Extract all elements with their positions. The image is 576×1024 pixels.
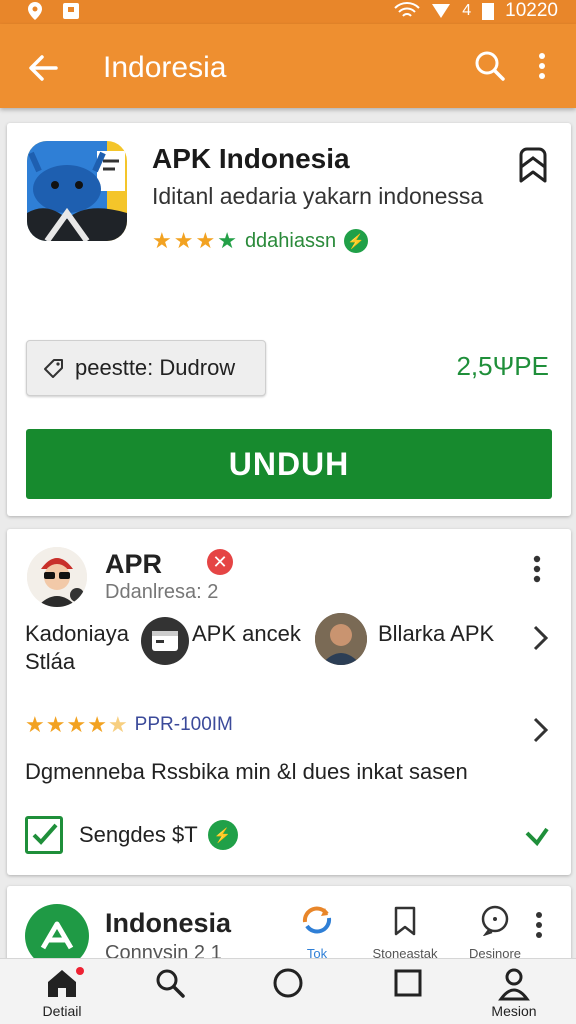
status-time: 10220 <box>505 0 558 21</box>
more-vert-icon[interactable] <box>527 551 547 587</box>
app-detail-card: APK Indonesia Iditanl aedaria yakarn ind… <box>7 123 571 516</box>
tag-icon <box>44 359 63 378</box>
verified-badge-icon: ⚡ <box>207 820 238 850</box>
app-price: 2,5ΨPE <box>456 351 549 381</box>
app-bar: Indoresia <box>0 24 576 108</box>
tool-tok[interactable]: Tok <box>297 904 337 961</box>
app-subtitle: Iditanl aedaria yakarn indonessa <box>152 183 484 209</box>
app-title: APK Indonesia <box>152 143 350 174</box>
back-arrow-icon[interactable] <box>24 48 64 88</box>
star-icon: ★ <box>107 712 128 737</box>
review-title: APR <box>105 549 163 579</box>
review-rating: ★ ★ ★ ★ ★ PPR-100IM <box>25 713 233 737</box>
download-button[interactable]: UNDUH <box>26 429 552 499</box>
related-app-label: APK ancek <box>192 621 301 646</box>
avatar[interactable] <box>27 547 87 607</box>
review-rating-text: PPR-100IM <box>134 714 233 735</box>
nav-circle[interactable] <box>248 967 328 1023</box>
status-bar: 4 10220 <box>0 0 576 24</box>
nav-search[interactable] <box>130 967 210 1023</box>
review-subtitle: Ddanlresa: 2 <box>105 581 219 603</box>
rating-text: ddahiassn <box>244 229 337 252</box>
search-icon[interactable] <box>470 46 510 86</box>
checkbox[interactable] <box>25 816 63 854</box>
nav-profile[interactable]: Mesion <box>474 967 554 1023</box>
star-icon: ★ <box>195 228 216 253</box>
check-label: Sengdes $T ⚡ <box>79 820 238 850</box>
home-icon <box>48 970 76 997</box>
browser-icon <box>141 617 189 665</box>
star-icon: ★ <box>87 712 107 737</box>
chevron-right-icon[interactable] <box>529 623 551 653</box>
circle-icon <box>273 968 303 998</box>
star-icon: ★ <box>66 712 87 737</box>
related-label-2: Stláa <box>25 649 76 674</box>
app-list-card: Indonesia Connysin 2 1 Tok Stoneastak De… <box>7 886 571 968</box>
tool-chat[interactable]: Desinore <box>469 904 521 961</box>
check-label-text: Sengdes $T <box>79 822 198 847</box>
more-vert-icon[interactable] <box>529 908 549 942</box>
related-row[interactable]: Kadoniaya Stláa APK ancek Bllarka APK <box>25 613 525 677</box>
nav-label: Mesion <box>491 1003 537 1019</box>
profile-icon <box>498 968 530 1001</box>
chevron-right-icon[interactable] <box>529 715 551 745</box>
package-chip[interactable]: peestte: Dudrow <box>26 340 266 396</box>
star-icon: ★ <box>152 228 172 253</box>
review-card: APR ✕ Ddanlresa: 2 Kadoniaya Stláa APK a… <box>7 529 571 875</box>
battery-icon <box>482 3 495 20</box>
related-label: Kadoniaya <box>25 621 129 646</box>
bookmark-icon[interactable] <box>517 147 549 183</box>
tool-bookmark[interactable]: Stoneastak <box>372 904 438 961</box>
star-icon: ★ <box>173 228 194 253</box>
sync-icon <box>302 906 332 934</box>
review-description: Dgmenneba Rssbika min &l dues inkat sase… <box>25 759 468 784</box>
page-title: Indoresia <box>103 51 227 84</box>
star-icon: ★ <box>45 712 66 737</box>
app-list-title: Indonesia <box>105 908 232 938</box>
star-icon: ★ <box>25 712 45 737</box>
app-icon <box>27 141 127 241</box>
app-rating: ★ ★ ★ ★ ddahiassn ⚡ <box>152 228 369 253</box>
notification-dot <box>76 967 84 975</box>
close-badge-icon[interactable]: ✕ <box>207 549 233 575</box>
chevron-down-icon[interactable] <box>523 821 551 849</box>
notification-icon <box>63 3 79 19</box>
more-vert-icon[interactable] <box>528 46 556 86</box>
wifi-icon <box>394 2 420 17</box>
nav-label: Detiail <box>42 1003 82 1019</box>
star-icon: ★ <box>217 228 237 253</box>
signal-icon <box>432 4 451 18</box>
chip-label: peestte: Dudrow <box>75 355 236 380</box>
search-icon <box>156 969 185 998</box>
nav-square[interactable] <box>368 967 448 1023</box>
chat-icon <box>481 905 509 937</box>
verified-badge-icon: ⚡ <box>344 229 369 253</box>
bottom-navigation: Detiail Mesion <box>0 958 576 1024</box>
location-icon <box>28 2 42 20</box>
battery-text: 4 <box>462 2 472 19</box>
bookmark-icon <box>394 906 416 936</box>
square-icon <box>394 969 422 997</box>
related-app-label-2: Bllarka APK <box>378 621 495 646</box>
nav-home[interactable]: Detiail <box>22 967 102 1023</box>
user-photo-icon <box>315 613 367 665</box>
